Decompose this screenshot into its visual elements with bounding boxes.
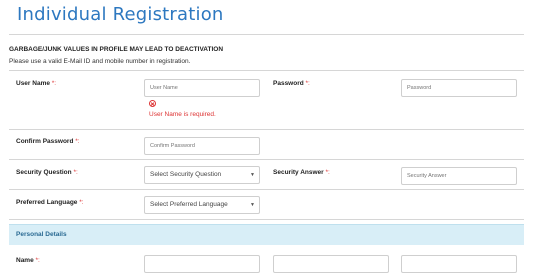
required-marker: *: [305, 80, 310, 87]
security-answer-label: Security Answer *: [273, 169, 330, 176]
security-question-select[interactable]: Select Security Question ▼ [144, 166, 260, 184]
divider [9, 189, 524, 190]
chevron-down-icon: ▼ [250, 202, 255, 208]
required-marker: *: [51, 80, 57, 87]
chevron-down-icon: ▼ [250, 172, 255, 178]
security-answer-input[interactable] [401, 167, 517, 185]
divider [9, 70, 524, 71]
divider [9, 159, 524, 160]
confirm-password-label: Confirm Password *: [16, 138, 80, 145]
confirm-password-input[interactable] [144, 137, 260, 155]
username-input[interactable] [144, 79, 260, 97]
divider [9, 219, 524, 220]
security-question-value: Select Security Question [150, 171, 222, 178]
divider [9, 129, 524, 130]
first-name-input[interactable] [144, 255, 260, 273]
preferred-language-value: Select Preferred Language [150, 201, 228, 208]
section-title: Personal Details [16, 231, 67, 238]
required-marker: *: [325, 169, 330, 176]
title-divider [9, 34, 524, 35]
page-title: Individual Registration [17, 4, 224, 25]
username-error: User Name is required. [149, 111, 216, 118]
preferred-language-label: Preferred Language *: [16, 199, 84, 206]
password-label: Password *: [273, 80, 310, 87]
username-label: User Name *: [16, 80, 57, 87]
registration-note: Please use a valid E-Mail ID and mobile … [9, 58, 191, 65]
required-marker: *: [79, 199, 84, 206]
personal-details-section: Personal Details [9, 224, 524, 245]
preferred-language-select[interactable]: Select Preferred Language ▼ [144, 196, 260, 214]
last-name-input[interactable] [401, 255, 517, 273]
security-question-label: Security Question *: [16, 169, 78, 176]
middle-name-input[interactable] [273, 255, 389, 273]
required-marker: *: [73, 169, 78, 176]
error-icon [149, 100, 156, 107]
required-marker: *: [75, 138, 80, 145]
password-input[interactable] [401, 79, 517, 97]
deactivation-warning: GARBAGE/JUNK VALUES IN PROFILE MAY LEAD … [9, 46, 224, 53]
